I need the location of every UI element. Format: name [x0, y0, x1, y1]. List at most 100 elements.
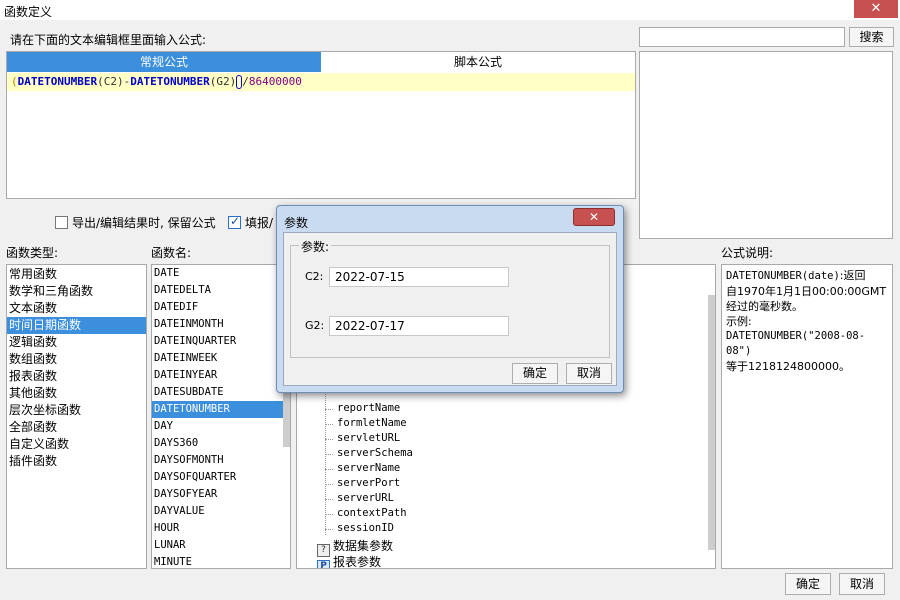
param-c2-label: C2:	[305, 270, 324, 283]
formula-number: 86400000	[248, 75, 302, 88]
param-g2-input[interactable]: 2022-07-17	[329, 316, 509, 336]
category-item[interactable]: 数组函数	[7, 351, 146, 368]
function-item[interactable]: DATEINWEEK	[152, 350, 290, 367]
category-item[interactable]: 其他函数	[7, 385, 146, 402]
keep-formula-label: 导出/编辑结果时, 保留公式	[72, 216, 216, 230]
keep-formula-option[interactable]: 导出/编辑结果时, 保留公式	[55, 214, 216, 231]
tree-connector	[325, 424, 333, 425]
function-list[interactable]: DATE DATEDELTA DATEDIF DATEINMONTH DATEINQUA…	[151, 264, 291, 569]
category-item[interactable]: 数学和三角函数	[7, 283, 146, 300]
function-item[interactable]: DAYSOFMONTH	[152, 452, 290, 469]
formula-text[interactable]: (DATETONUMBER(C2)-DATETONUMBER(G2)/86400…	[7, 73, 635, 91]
tree-group-report[interactable]: P 报表参数	[317, 553, 381, 568]
tree-connector	[325, 499, 333, 500]
parameters-dialog: 参数 ✕ 参数: C2: 2022-07-15 G2: 2022-07-17 确…	[276, 205, 624, 393]
description-example-code: DATETONUMBER("2008-08-08")	[726, 330, 866, 357]
tab-normal-formula[interactable]: 常规公式	[7, 52, 321, 72]
formula-open-paren: (	[11, 75, 18, 88]
formula-function-1: DATETONUMBER	[17, 75, 98, 88]
functions-label: 函数名:	[151, 246, 192, 260]
tree-param-item[interactable]: contextPath	[337, 507, 407, 519]
function-item[interactable]: DATEDIF	[152, 299, 290, 316]
tree-connector	[325, 454, 333, 455]
function-item[interactable]: DAYS360	[152, 435, 290, 452]
function-item[interactable]: DAY	[152, 418, 290, 435]
tree-param-item[interactable]: serverURL	[337, 492, 394, 504]
ok-button[interactable]: 确定	[785, 573, 831, 595]
category-item[interactable]: 层次坐标函数	[7, 402, 146, 419]
function-item[interactable]: DAYSOFYEAR	[152, 486, 290, 503]
category-item[interactable]: 时间日期函数	[7, 317, 146, 334]
tree-connector	[325, 529, 333, 530]
tree-connector	[325, 469, 333, 470]
tree-connector	[325, 514, 333, 515]
tree-param-item[interactable]: reportName	[337, 402, 400, 414]
function-item[interactable]: DAYVALUE	[152, 503, 290, 520]
dialog-body: 参数: C2: 2022-07-15 G2: 2022-07-17 确定 取消	[283, 232, 617, 386]
close-icon[interactable]: ✕	[854, 0, 898, 18]
param-c2-input[interactable]: 2022-07-15	[329, 267, 509, 287]
description-text: 自1970年1月1日00:00:00GMT经过的毫秒数。	[726, 285, 887, 313]
tree-scrollbar[interactable]	[708, 295, 715, 550]
description-example-label: 示例:	[726, 315, 752, 328]
category-item[interactable]: 逻辑函数	[7, 334, 146, 351]
tree-param-item[interactable]: serverPort	[337, 477, 400, 489]
function-item[interactable]: DATEDELTA	[152, 282, 290, 299]
fill-checkbox[interactable]	[228, 214, 241, 229]
editor-hint: 请在下面的文本编辑框里面输入公式:	[10, 33, 207, 47]
category-item[interactable]: 常用函数	[7, 266, 146, 283]
search-button[interactable]: 搜索	[849, 27, 894, 47]
tree-param-item[interactable]: sessionID	[337, 522, 394, 534]
keep-formula-checkbox[interactable]	[55, 216, 68, 229]
tree-param-item[interactable]: formletName	[337, 417, 407, 429]
function-item[interactable]: DAYSOFQUARTER	[152, 469, 290, 486]
report-param-icon: P	[317, 560, 330, 568]
category-list[interactable]: 常用函数 数学和三角函数 文本函数 时间日期函数 逻辑函数 数组函数 报表函数 其他函数 层次坐…	[6, 264, 147, 569]
description-panel: DATETONUMBER(date):返回 自1970年1月1日00:00:00…	[721, 264, 893, 569]
dialog-close-icon[interactable]: ✕	[573, 208, 615, 226]
category-item[interactable]: 插件函数	[7, 453, 146, 470]
parameters-fieldset: 参数: C2: 2022-07-15 G2: 2022-07-17	[290, 238, 610, 358]
category-item[interactable]: 自定义函数	[7, 436, 146, 453]
function-item[interactable]: DATETONUMBER	[152, 401, 290, 418]
tree-connector	[325, 484, 333, 485]
dialog-ok-button[interactable]: 确定	[512, 363, 558, 384]
category-item[interactable]: 报表函数	[7, 368, 146, 385]
formula-arg-1: (C2)	[97, 75, 124, 88]
window-title: 函数定义	[4, 5, 53, 19]
description-example-result: 等于1218124800000。	[726, 360, 850, 373]
function-item[interactable]: MINUTE	[152, 554, 290, 568]
tree-param-item[interactable]: serverName	[337, 462, 400, 474]
search-input[interactable]	[639, 27, 845, 47]
function-item[interactable]: DATEINQUARTER	[152, 333, 290, 350]
tree-param-item[interactable]: servletURL	[337, 432, 400, 444]
description-label: 公式说明:	[721, 246, 774, 260]
formula-editor[interactable]: 常规公式 脚本公式 (DATETONUMBER(C2)-DATETONUMBER…	[6, 51, 636, 199]
formula-arg-2: (G2)	[209, 75, 237, 88]
function-item[interactable]: DATESUBDATE	[152, 384, 290, 401]
dialog-cancel-button[interactable]: 取消	[566, 363, 612, 384]
formula-tabs: 常规公式 脚本公式	[7, 52, 635, 72]
function-item[interactable]: HOUR	[152, 520, 290, 537]
function-item[interactable]: DATEINMONTH	[152, 316, 290, 333]
cancel-button[interactable]: 取消	[839, 573, 885, 595]
function-item[interactable]: DATE	[152, 265, 290, 282]
function-item[interactable]: LUNAR	[152, 537, 290, 554]
param-g2-label: G2:	[305, 319, 325, 332]
tree-param-item[interactable]: serverSchema	[337, 447, 413, 459]
dialog-title: 参数	[284, 216, 309, 230]
tree-connector	[325, 439, 333, 440]
categories-label: 函数类型:	[6, 246, 59, 260]
category-item[interactable]: 文本函数	[7, 300, 146, 317]
fill-option[interactable]: 填报/	[228, 214, 273, 231]
search-results-panel	[639, 51, 893, 239]
formula-function-2: DATETONUMBER	[130, 75, 210, 88]
formula-divide: /	[242, 75, 249, 88]
tree-connector	[325, 409, 333, 410]
function-item[interactable]: DATEINYEAR	[152, 367, 290, 384]
tab-script-formula[interactable]: 脚本公式	[321, 52, 635, 72]
fill-label: 填报/	[245, 216, 274, 230]
description-signature: DATETONUMBER(date)	[726, 270, 840, 282]
fieldset-legend: 参数:	[299, 238, 332, 255]
category-item[interactable]: 全部函数	[7, 419, 146, 436]
